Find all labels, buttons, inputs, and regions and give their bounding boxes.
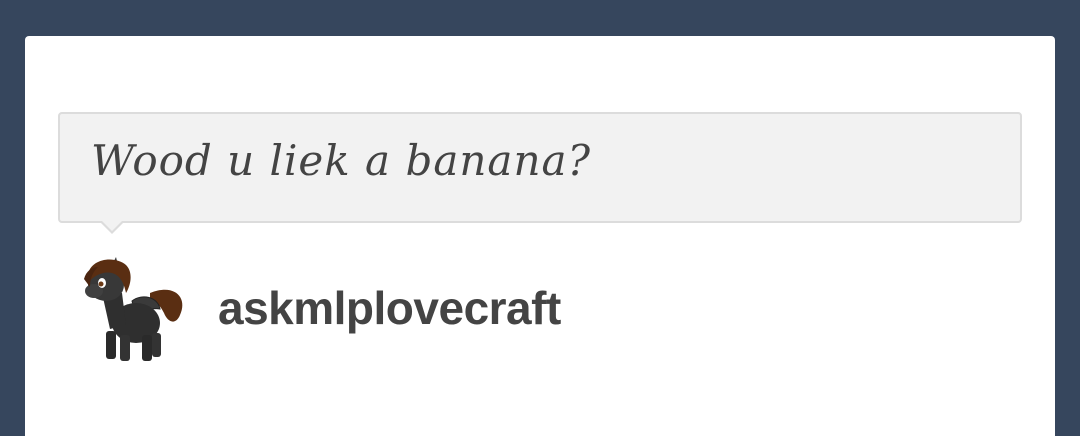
- ask-question-text: Wood u liek a banana?: [91, 136, 592, 185]
- ask-question-bubble: Wood u liek a banana?: [58, 112, 1022, 234]
- asker-username[interactable]: askmlplovecraft: [218, 281, 561, 335]
- pony-avatar-icon[interactable]: [80, 253, 190, 363]
- ask-post-card: Wood u liek a banana? askmlplovecraft: [25, 36, 1055, 436]
- asker-info: askmlplovecraft: [80, 253, 561, 363]
- bubble-tail-fill: [102, 221, 122, 231]
